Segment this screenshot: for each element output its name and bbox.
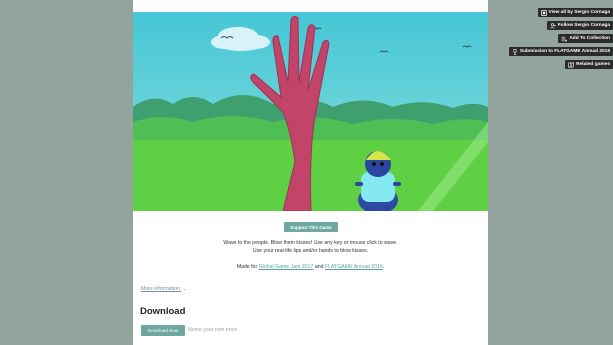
download-heading: Download: [140, 306, 186, 317]
jam-submission-label: Submission to FLATGAME Annual 2016: [519, 49, 610, 54]
related-icon: [568, 61, 574, 68]
description-line-1: Wave to the people. Blow them kisses! Us…: [223, 240, 398, 246]
follow-icon: [550, 22, 556, 29]
collection-icon: [561, 36, 568, 42]
add-to-collection-label: Add To Collection: [569, 36, 610, 41]
jam-link-flatgame[interactable]: FLATGAME Annual 2016: [325, 264, 383, 270]
view-all-by-author-button[interactable]: View all by Sergio Cornaga: [537, 8, 613, 17]
follow-author-button[interactable]: Follow Sergio Cornaga: [546, 21, 613, 30]
follow-label: Follow Sergio Cornaga: [557, 23, 610, 28]
game-screenshot: [133, 12, 488, 211]
made-for-line: Made for Global Game Jam 2017 and FLATGA…: [133, 263, 488, 271]
game-page: Support This Game Wave to the people. Bl…: [133, 0, 488, 345]
related-games-button[interactable]: Related games: [565, 60, 613, 69]
jam-link-ggj[interactable]: Global Game Jam 2017: [259, 264, 314, 270]
price-note: Name your own price: [188, 327, 238, 333]
more-information-link[interactable]: More information ⌄: [141, 286, 187, 292]
add-to-collection-button[interactable]: Add To Collection: [558, 34, 613, 43]
chevron-down-icon: ⌄: [182, 286, 187, 292]
made-for-prefix: Made for: [236, 264, 259, 270]
jam-submission-button[interactable]: Submission to FLATGAME Annual 2016: [508, 47, 613, 56]
download-now-button[interactable]: Download Now: [141, 325, 185, 336]
made-for-suffix: .: [382, 264, 385, 270]
side-action-bar: View all by Sergio Cornaga Follow Sergio…: [508, 8, 613, 69]
support-game-button[interactable]: Support This Game: [284, 222, 338, 232]
made-for-and: and: [313, 264, 325, 270]
view-all-icon: [540, 9, 547, 16]
related-games-label: Related games: [576, 62, 610, 67]
more-information-label: More information: [141, 286, 180, 292]
description-line-2: Use your real-life lips and/or hands to …: [252, 248, 369, 254]
trophy-icon: [512, 48, 518, 55]
view-all-label: View all by Sergio Cornaga: [548, 10, 611, 15]
